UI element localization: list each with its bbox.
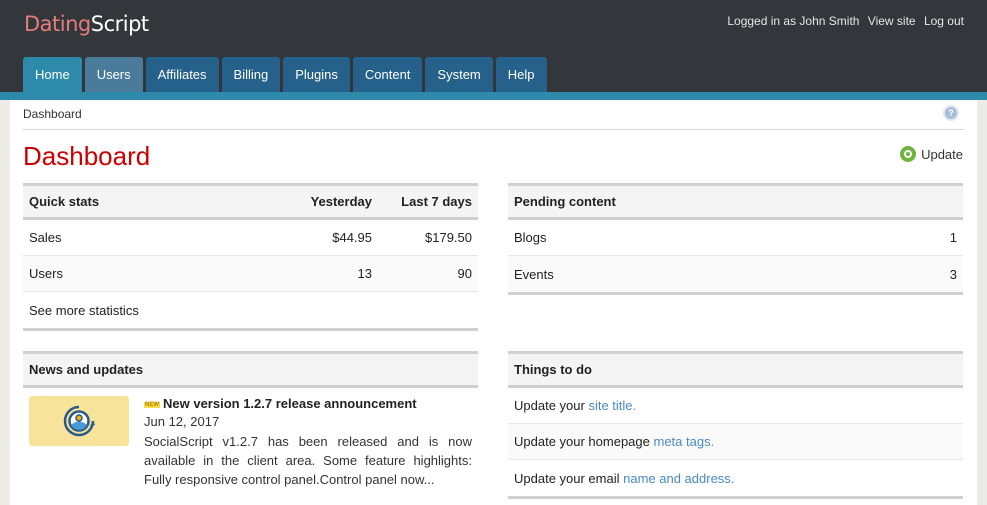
table-row: Blogs 1 — [508, 220, 963, 256]
email-name-address-link[interactable]: name and address — [623, 471, 731, 486]
news-item-title-link[interactable]: New version 1.2.7 release announcement — [163, 396, 417, 411]
see-more-statistics-link[interactable]: See more statistics — [29, 303, 472, 318]
tab-affiliates[interactable]: Affiliates — [145, 57, 219, 92]
todo-panel: Things to do Update your site title. Upd… — [508, 351, 963, 499]
news-thumbnail[interactable] — [29, 396, 129, 446]
tab-system[interactable]: System — [425, 57, 493, 92]
pending-content-title: Pending content — [514, 194, 616, 209]
news-item-title-row: NEW New version 1.2.7 release announcemen… — [144, 396, 472, 411]
breadcrumb-divider — [23, 129, 964, 130]
user-bar: Logged in as John Smith View site Log ou… — [722, 14, 964, 28]
help-icon[interactable]: ? — [943, 105, 959, 121]
logo-part-dating: Dating — [24, 12, 91, 36]
site-title-link[interactable]: site title — [588, 398, 632, 413]
todo-suffix: . — [632, 398, 637, 413]
pending-blogs-label[interactable]: Blogs — [514, 230, 857, 245]
user-refresh-icon — [63, 405, 95, 437]
pending-events-label[interactable]: Events — [514, 267, 857, 282]
news-panel: News and updates NEW New version 1.2.7 re… — [23, 351, 478, 497]
todo-suffix: . — [710, 434, 715, 449]
log-out-link[interactable]: Log out — [924, 14, 964, 28]
todo-text: Update your email — [514, 470, 624, 486]
todo-text: Update your — [514, 398, 589, 413]
update-button[interactable]: Update — [900, 146, 963, 162]
column-yesterday: Yesterday — [310, 194, 372, 209]
row-last-7-days: $179.50 — [425, 230, 472, 245]
todo-header: Things to do — [508, 354, 963, 388]
refresh-icon — [900, 146, 917, 162]
news-item-date: Jun 12, 2017 — [144, 414, 220, 429]
quick-stats-title: Quick stats — [29, 194, 100, 209]
table-row: Users 13 90 — [23, 256, 478, 292]
logo[interactable]: DatingScript — [24, 12, 149, 36]
page-title: Dashboard — [23, 141, 151, 171]
news-header: News and updates — [23, 354, 478, 388]
row-label: Sales — [29, 230, 62, 245]
todo-text: Update your homepage — [514, 434, 654, 449]
main-nav: Home Users Affiliates Billing Plugins Co… — [23, 57, 550, 92]
tab-billing[interactable]: Billing — [221, 57, 281, 92]
pending-content-header: Pending content — [508, 186, 963, 220]
main-content: Dashboard ? Dashboard Update Quick stats… — [10, 100, 977, 505]
quick-stats-header: Quick stats Yesterday Last 7 days — [23, 186, 478, 220]
logged-in-label: Logged in as John Smith — [727, 14, 860, 28]
meta-tags-link[interactable]: meta tags — [653, 434, 710, 449]
logo-part-script: Script — [90, 12, 149, 36]
row-last-7-days: 90 — [457, 266, 472, 281]
quick-stats-panel: Quick stats Yesterday Last 7 days Sales … — [23, 183, 478, 331]
header: DatingScript Logged in as John Smith Vie… — [0, 0, 987, 92]
tab-plugins[interactable]: Plugins — [283, 57, 350, 92]
todo-title: Things to do — [514, 362, 592, 377]
tab-home[interactable]: Home — [23, 57, 82, 92]
news-item-excerpt: SocialScript v1.2.7 has been released an… — [144, 434, 472, 487]
todo-item: Update your homepage meta tags. — [508, 424, 963, 460]
todo-item: Update your email name and address. — [508, 460, 963, 496]
view-site-link[interactable]: View site — [868, 14, 916, 28]
row-yesterday: $44.95 — [332, 230, 372, 245]
pending-events-count: 3 — [949, 266, 957, 282]
todo-suffix: . — [730, 470, 735, 486]
tab-users[interactable]: Users — [84, 57, 143, 92]
pending-blogs-count: 1 — [949, 230, 957, 245]
tab-help[interactable]: Help — [495, 57, 547, 92]
pending-content-panel: Pending content Blogs 1 Events 3 — [508, 183, 963, 295]
news-title: News and updates — [29, 362, 144, 377]
quick-stats-rows: Sales $44.95 $179.50 Users 13 90 See mor… — [23, 220, 478, 328]
todo-item: Update your site title. — [508, 388, 963, 424]
row-yesterday: 13 — [357, 266, 372, 281]
news-body: NEW New version 1.2.7 release announcemen… — [144, 396, 472, 489]
row-label: Users — [29, 266, 63, 281]
update-label: Update — [921, 146, 963, 162]
tab-content[interactable]: Content — [352, 57, 423, 92]
news-item: NEW New version 1.2.7 release announcemen… — [23, 388, 478, 497]
table-row: Sales $44.95 $179.50 — [23, 220, 478, 256]
table-row: Events 3 — [508, 256, 963, 292]
table-row: See more statistics — [23, 292, 478, 328]
nav-underline — [0, 92, 987, 100]
breadcrumb: Dashboard — [23, 107, 82, 121]
new-badge-icon: NEW — [144, 402, 160, 408]
column-last-7-days: Last 7 days — [401, 194, 472, 209]
